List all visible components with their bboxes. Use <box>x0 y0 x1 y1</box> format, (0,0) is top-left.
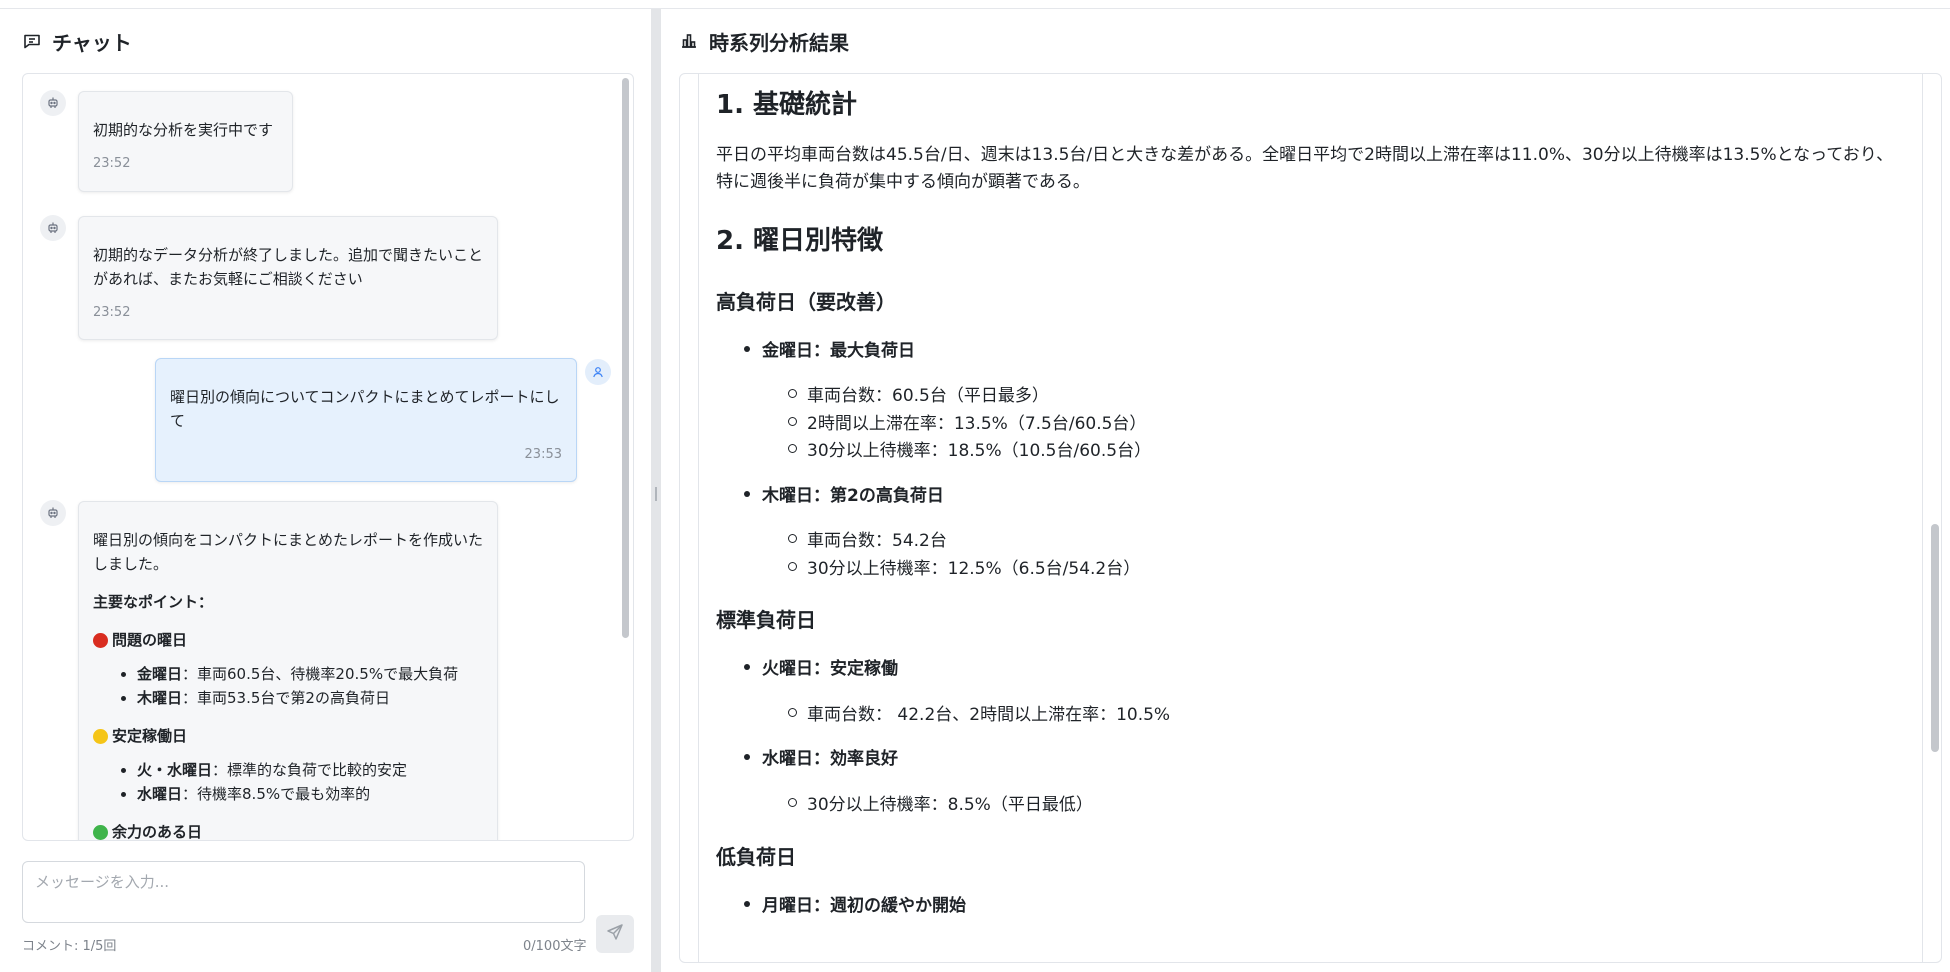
message-time: 23:53 <box>524 447 562 462</box>
robot-icon <box>40 215 66 241</box>
basic-stats-text: 平日の平均車両台数は45.5台/日、週末は13.5台/日と大きな差がある。全曜日… <box>716 145 1894 192</box>
chat-scrollbar[interactable] <box>622 78 629 638</box>
bar-chart-icon <box>679 31 699 51</box>
message-text: 曜日別の傾向についてコンパクトにまとめてレポートにして <box>170 388 560 430</box>
chat-panel-title: チャット <box>52 30 132 55</box>
chat-messages-area[interactable]: 初期的な分析を実行中です 23:52 初期的なデータ分析が終了しました。追加で聞… <box>22 73 634 841</box>
section-title-basic: 1. 基礎統計 <box>716 90 858 120</box>
monday-item: 月曜日：週初の緩やか開始 <box>744 891 966 916</box>
thursday-detail: 30分以上待機率：12.5%（6.5台/54.2台） <box>788 554 1140 579</box>
send-button[interactable] <box>596 915 634 953</box>
message-text: 初期的なデータ分析が終了しました。追加で聞きたいことがあれば、またお気軽にご相談… <box>93 246 484 288</box>
yellow-circle-icon <box>93 728 108 744</box>
report-panel-header: 時系列分析結果 <box>679 27 849 55</box>
list-item: 木曜日：車両53.5台で第2の高負荷日 <box>137 686 483 710</box>
wednesday-detail: 30分以上待機率：8.5%（平日最低） <box>788 790 1093 815</box>
tuesday-detail: 車両台数： 42.2台、2時間以上滞在率：10.5% <box>788 700 1170 725</box>
high-load-heading: 高負荷日（要改善） <box>716 290 896 314</box>
bot-message: 曜日別の傾向をコンパクトにまとめたレポートを作成いたしました。 主要なポイント：… <box>78 501 498 840</box>
message-input[interactable]: メッセージを入力... <box>22 861 585 923</box>
friday-detail: 車両台数：60.5台（平日最多） <box>788 381 1049 406</box>
panel-resize-handle[interactable] <box>651 9 661 972</box>
report-panel: 時系列分析結果 1. 基礎統計 平日の平均車両台数は45.5台/日、週末は13.… <box>661 9 1950 972</box>
thursday-detail: 車両台数：54.2台 <box>788 526 947 551</box>
low-load-heading: 低負荷日 <box>716 845 796 869</box>
report-panel-title: 時系列分析結果 <box>709 30 849 55</box>
user-message: 曜日別の傾向についてコンパクトにまとめてレポートにして 23:53 <box>155 358 577 482</box>
friday-detail: 2時間以上滞在率：13.5%（7.5台/60.5台） <box>788 409 1146 434</box>
friday-item: 金曜日：最大負荷日 <box>744 336 915 361</box>
list-item: 火・水曜日：標準的な負荷で比較的安定 <box>137 758 483 782</box>
message-heading: 主要なポイント： <box>93 593 214 611</box>
message-text: 曜日別の傾向をコンパクトにまとめたレポートを作成いたしました。 <box>93 531 484 573</box>
standard-load-heading: 標準負荷日 <box>716 608 816 632</box>
message-square-icon <box>22 31 42 51</box>
thursday-item: 木曜日：第2の高負荷日 <box>744 481 944 506</box>
report-scrollbar[interactable] <box>1931 524 1939 752</box>
chat-panel-header: チャット <box>22 27 132 55</box>
section-heading: 余力のある日 <box>93 820 483 840</box>
message-time: 23:52 <box>93 305 131 320</box>
drag-handle-icon <box>655 487 657 501</box>
red-circle-icon <box>93 632 108 648</box>
tuesday-item: 火曜日：安定稼働 <box>744 654 898 679</box>
message-input-placeholder: メッセージを入力... <box>35 873 170 891</box>
list: 金曜日：車両60.5台、待機率20.5%で最大負荷 木曜日：車両53.5台で第2… <box>93 662 483 710</box>
section-heading: 安定稼働日 <box>93 724 483 748</box>
bot-message: 初期的なデータ分析が終了しました。追加で聞きたいことがあれば、またお気軽にご相談… <box>78 216 498 340</box>
top-bar <box>0 0 1950 9</box>
list: 火・水曜日：標準的な負荷で比較的安定 水曜日：待機率8.5%で最も効率的 <box>93 758 483 806</box>
user-icon <box>585 359 611 385</box>
friday-detail: 30分以上待機率：18.5%（10.5台/60.5台） <box>788 436 1151 461</box>
list-item: 水曜日：待機率8.5%で最も効率的 <box>137 782 483 806</box>
message-text: 初期的な分析を実行中です <box>93 121 274 139</box>
wednesday-item: 水曜日：効率良好 <box>744 744 898 769</box>
bot-message: 初期的な分析を実行中です 23:52 <box>78 91 293 192</box>
send-icon <box>606 923 624 945</box>
green-circle-icon <box>93 824 108 840</box>
comment-count: コメント: 1/5回 <box>22 939 117 954</box>
robot-icon <box>40 500 66 526</box>
section-heading: 問題の曜日 <box>93 628 483 652</box>
chat-panel: チャット 初期的な分析を実行中です 23:52 初期的なデータ分析が終了しました… <box>0 9 651 972</box>
section-title-weekday: 2. 曜日別特徴 <box>716 226 884 256</box>
message-time: 23:52 <box>93 156 131 171</box>
report-content-area[interactable]: 1. 基礎統計 平日の平均車両台数は45.5台/日、週末は13.5台/日と大きな… <box>679 73 1942 963</box>
char-count: 0/100文字 <box>523 939 587 954</box>
list-item: 金曜日：車両60.5台、待機率20.5%で最大負荷 <box>137 662 483 686</box>
robot-icon <box>40 90 66 116</box>
